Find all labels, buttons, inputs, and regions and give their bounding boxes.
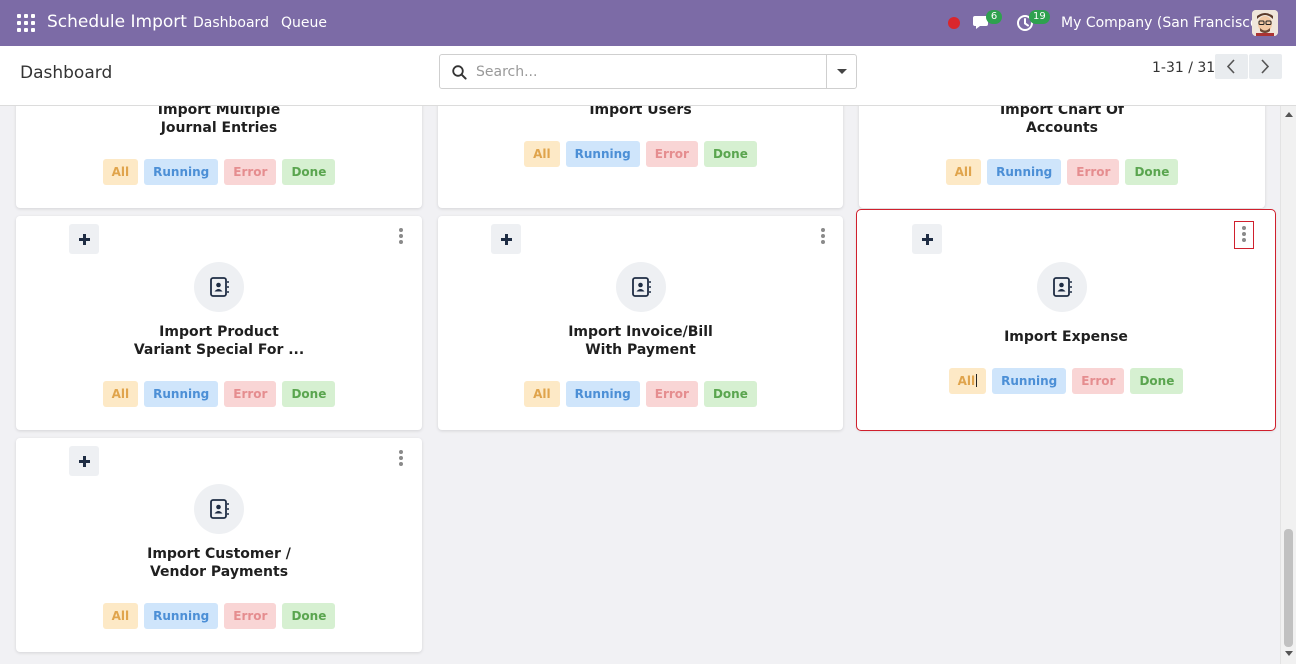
card-title[interactable]: Import Users	[438, 106, 843, 119]
menu-queue[interactable]: Queue	[281, 15, 327, 31]
state-filter-group: All Running Error Done	[16, 159, 422, 185]
kebab-menu-icon[interactable]	[1234, 221, 1254, 249]
filter-all-button[interactable]: All	[948, 368, 987, 394]
search-options-toggle[interactable]	[826, 55, 856, 88]
control-panel: Dashboard 1-31 / 31	[0, 46, 1296, 106]
apps-grid-icon[interactable]	[17, 14, 35, 32]
state-filter-group: All Running Error Done	[16, 381, 422, 407]
pager-previous-button[interactable]	[1215, 54, 1248, 79]
top-navbar: Schedule Import Dashboard Queue 6 19 My …	[0, 0, 1296, 46]
filter-done-button[interactable]: Done	[282, 159, 336, 185]
filter-all-button[interactable]: All	[524, 381, 560, 407]
contact-book-icon	[194, 484, 244, 534]
filter-all-button[interactable]: All	[102, 159, 139, 185]
filter-error-button[interactable]: Error	[1067, 159, 1120, 185]
filter-done-button[interactable]: Done	[1125, 159, 1179, 185]
user-avatar[interactable]	[1252, 10, 1278, 36]
search-input[interactable]	[476, 61, 826, 83]
filter-all-button[interactable]: All	[102, 381, 139, 407]
company-switcher[interactable]: My Company (San Francisco)	[1061, 15, 1264, 31]
filter-running-button[interactable]: Running	[144, 381, 219, 407]
contact-book-icon	[616, 262, 666, 312]
kanban-card: Import Customer / Vendor Payments All Ru…	[16, 438, 422, 652]
kanban-card: Import Chart Of Accounts All Running Err…	[859, 106, 1265, 208]
filter-all-button[interactable]: All	[102, 603, 139, 629]
chat-count-badge: 6	[986, 10, 1002, 24]
state-filter-group: All Running Error Done	[857, 368, 1275, 394]
contact-book-icon	[1037, 262, 1087, 312]
contact-book-icon	[194, 262, 244, 312]
filter-done-button[interactable]: Done	[1130, 368, 1184, 394]
filter-running-button[interactable]: Running	[144, 603, 219, 629]
app-name[interactable]: Schedule Import	[47, 12, 187, 32]
filter-error-button[interactable]: Error	[224, 159, 277, 185]
filter-done-button[interactable]: Done	[282, 381, 336, 407]
recording-dot-icon[interactable]	[948, 17, 960, 29]
kanban-card: Import Invoice/Bill With Payment All Run…	[438, 216, 843, 430]
pager-next-button[interactable]	[1249, 54, 1282, 79]
filter-running-button[interactable]: Running	[144, 159, 219, 185]
card-title[interactable]: Import Multiple Journal Entries	[16, 106, 422, 137]
plus-icon[interactable]	[491, 224, 521, 254]
vertical-scrollbar[interactable]	[1280, 106, 1296, 664]
kanban-card-selected: Import Expense All Running Error Done	[856, 209, 1276, 431]
filter-done-button[interactable]: Done	[703, 381, 757, 407]
kebab-menu-icon[interactable]	[820, 228, 826, 246]
scroll-down-arrow-icon[interactable]	[1285, 651, 1293, 656]
filter-error-button[interactable]: Error	[645, 141, 698, 167]
state-filter-group: All Running Error Done	[438, 141, 843, 167]
filter-all-button[interactable]: All	[945, 159, 982, 185]
search-icon	[452, 65, 467, 80]
kanban-card: Import Product Variant Special For ... A…	[16, 216, 422, 430]
card-title[interactable]: Import Product Variant Special For ...	[16, 323, 422, 359]
filter-running-button[interactable]: Running	[565, 381, 640, 407]
state-filter-group: All Running Error Done	[859, 159, 1265, 185]
plus-icon[interactable]	[912, 224, 942, 254]
kebab-menu-icon[interactable]	[398, 450, 404, 468]
filter-running-button[interactable]: Running	[565, 141, 640, 167]
chevron-left-icon	[1226, 59, 1235, 74]
menu-dashboard[interactable]: Dashboard	[193, 15, 269, 31]
filter-all-button[interactable]: All	[524, 141, 560, 167]
state-filter-group: All Running Error Done	[438, 381, 843, 407]
kanban-card: Import Users All Running Error Done	[438, 106, 843, 208]
scroll-up-arrow-icon[interactable]	[1285, 112, 1293, 117]
card-title[interactable]: Import Chart Of Accounts	[859, 106, 1265, 137]
plus-icon[interactable]	[69, 446, 99, 476]
search-bar[interactable]	[439, 54, 857, 89]
filter-done-button[interactable]: Done	[282, 603, 336, 629]
card-title[interactable]: Import Customer / Vendor Payments	[16, 545, 422, 581]
plus-icon[interactable]	[69, 224, 99, 254]
filter-running-button[interactable]: Running	[992, 368, 1067, 394]
filter-running-button[interactable]: Running	[987, 159, 1062, 185]
kebab-menu-icon[interactable]	[398, 228, 404, 246]
activity-count-badge: 19	[1029, 10, 1050, 24]
filter-error-button[interactable]: Error	[1072, 368, 1125, 394]
caret-down-icon	[837, 69, 847, 74]
card-title[interactable]: Import Invoice/Bill With Payment	[438, 323, 843, 359]
card-title[interactable]: Import Expense	[857, 328, 1275, 346]
filter-error-button[interactable]: Error	[224, 381, 277, 407]
state-filter-group: All Running Error Done	[16, 603, 422, 629]
text-cursor-icon	[976, 374, 978, 387]
filter-error-button[interactable]: Error	[645, 381, 698, 407]
scrollbar-thumb[interactable]	[1284, 529, 1293, 647]
page-title[interactable]: Dashboard	[20, 63, 112, 83]
kanban-card: Import Multiple Journal Entries All Runn…	[16, 106, 422, 208]
filter-done-button[interactable]: Done	[703, 141, 757, 167]
pager-value[interactable]: 1-31 / 31	[1152, 60, 1215, 76]
filter-error-button[interactable]: Error	[224, 603, 277, 629]
kanban-view: Import Multiple Journal Entries All Runn…	[0, 106, 1280, 664]
chevron-right-icon	[1261, 59, 1270, 74]
